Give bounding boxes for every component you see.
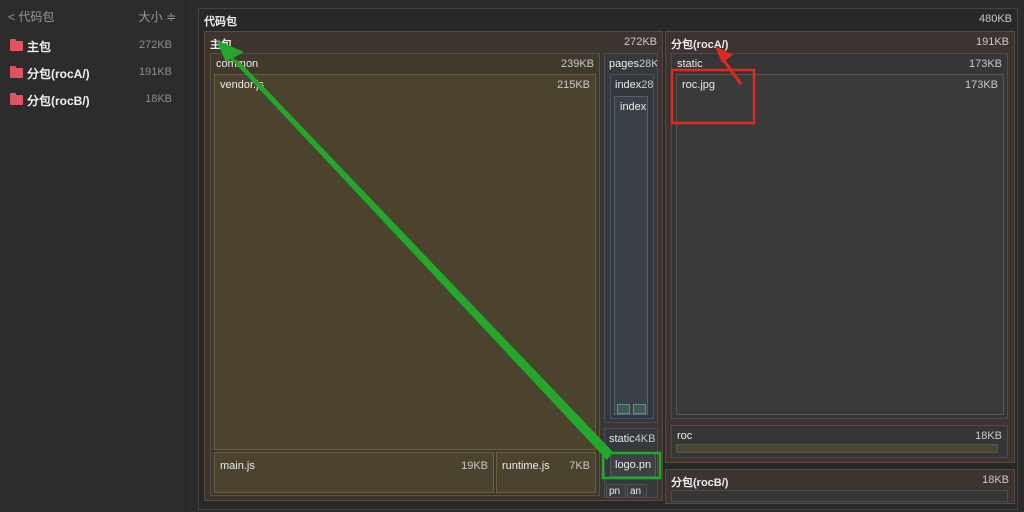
sidebar-item-size: 18KB bbox=[145, 93, 172, 105]
treemap-index-file-a[interactable] bbox=[617, 404, 630, 414]
runtime-js-label: runtime.js bbox=[502, 460, 550, 472]
pages-size: 28K bbox=[638, 58, 658, 70]
roc-folder-label: roc bbox=[677, 430, 693, 442]
main-package-label: 主包 bbox=[210, 39, 232, 51]
staticA-label: static bbox=[677, 58, 703, 70]
sidebar-item-label: 分包(rocB/) bbox=[27, 94, 90, 108]
rocA-size: 191KB bbox=[975, 36, 1009, 48]
treemap-root-label: 代码包 bbox=[204, 16, 237, 28]
treemap-index-page[interactable]: index bbox=[614, 96, 648, 415]
folder-icon bbox=[10, 66, 23, 78]
index-page-label: index bbox=[620, 101, 647, 113]
treemap-roc-folder-content[interactable] bbox=[676, 444, 998, 453]
staticA-size: 173KB bbox=[968, 58, 1002, 70]
rocA-label: 分包(rocA/) bbox=[671, 39, 729, 51]
treemap-rocB-child[interactable] bbox=[671, 490, 1008, 502]
index-folder-label: index28 bbox=[615, 79, 654, 91]
roc-jpg-size: 173KB bbox=[964, 79, 998, 91]
back-to-code-package-link[interactable]: < 代码包 bbox=[8, 8, 54, 25]
rocB-size: 18KB bbox=[982, 474, 1009, 486]
package-sidebar: < 代码包 大小 ≑ 主包 272KB 分包(rocA/) 191KB 分包(r… bbox=[0, 0, 186, 512]
logo-label: logo.pn bbox=[615, 459, 652, 471]
sidebar-item-subpackage-rocA[interactable]: 分包(rocA/) 191KB bbox=[0, 62, 186, 86]
main-js-size: 19KB bbox=[461, 460, 488, 472]
pages-label: pages28K bbox=[609, 58, 658, 70]
sidebar-item-main-package[interactable]: 主包 272KB bbox=[0, 35, 186, 59]
sidebar-item-label: 分包(rocA/) bbox=[27, 67, 90, 81]
sort-by-size-toggle[interactable]: 大小 ≑ bbox=[139, 8, 176, 25]
folder-icon bbox=[10, 39, 23, 51]
common-label: common bbox=[216, 58, 259, 70]
sidebar-item-label: 主包 bbox=[27, 40, 52, 54]
treemap-logo-png[interactable]: logo.pn bbox=[610, 453, 656, 477]
treemap-runtime-js[interactable]: runtime.js 7KB bbox=[496, 452, 596, 493]
small-file-b-label: an bbox=[630, 486, 642, 497]
main-js-label: main.js bbox=[220, 460, 255, 472]
sidebar-item-subpackage-rocB[interactable]: 分包(rocB/) 18KB bbox=[0, 89, 186, 113]
sidebar-item-size: 272KB bbox=[138, 39, 172, 51]
treemap-small-file-a[interactable]: pn bbox=[606, 484, 626, 498]
index-folder-size: 28 bbox=[641, 79, 654, 91]
treemap-main-js[interactable]: main.js 19KB bbox=[214, 452, 494, 493]
roc-jpg-label: roc.jpg bbox=[682, 79, 716, 91]
sidebar-item-size: 191KB bbox=[138, 66, 172, 78]
rocB-label: 分包(rocB/) bbox=[671, 477, 729, 489]
roc-folder-size: 18KB bbox=[975, 430, 1002, 442]
vendor-size: 215KB bbox=[556, 79, 590, 91]
small-file-a-label: pn bbox=[609, 486, 621, 497]
treemap-root-size: 480KB bbox=[978, 13, 1012, 25]
static-main-size: 4KB bbox=[634, 433, 656, 445]
treemap-small-file-b[interactable]: an bbox=[627, 484, 647, 498]
sidebar-header: < 代码包 大小 ≑ bbox=[0, 0, 186, 30]
folder-icon bbox=[10, 93, 23, 105]
runtime-js-size: 7KB bbox=[569, 460, 590, 472]
treemap-vendor-js[interactable]: vendor.js 215KB bbox=[214, 74, 596, 450]
treemap-roc-jpg[interactable]: roc.jpg 173KB bbox=[676, 74, 1004, 415]
main-package-size: 272KB bbox=[623, 36, 657, 48]
static-main-label: static4KB bbox=[609, 433, 656, 445]
treemap-roc-folder[interactable]: roc 18KB bbox=[671, 425, 1008, 458]
vendor-label: vendor.js bbox=[220, 79, 265, 91]
common-size: 239KB bbox=[560, 58, 594, 70]
treemap-index-file-b[interactable] bbox=[633, 404, 646, 414]
